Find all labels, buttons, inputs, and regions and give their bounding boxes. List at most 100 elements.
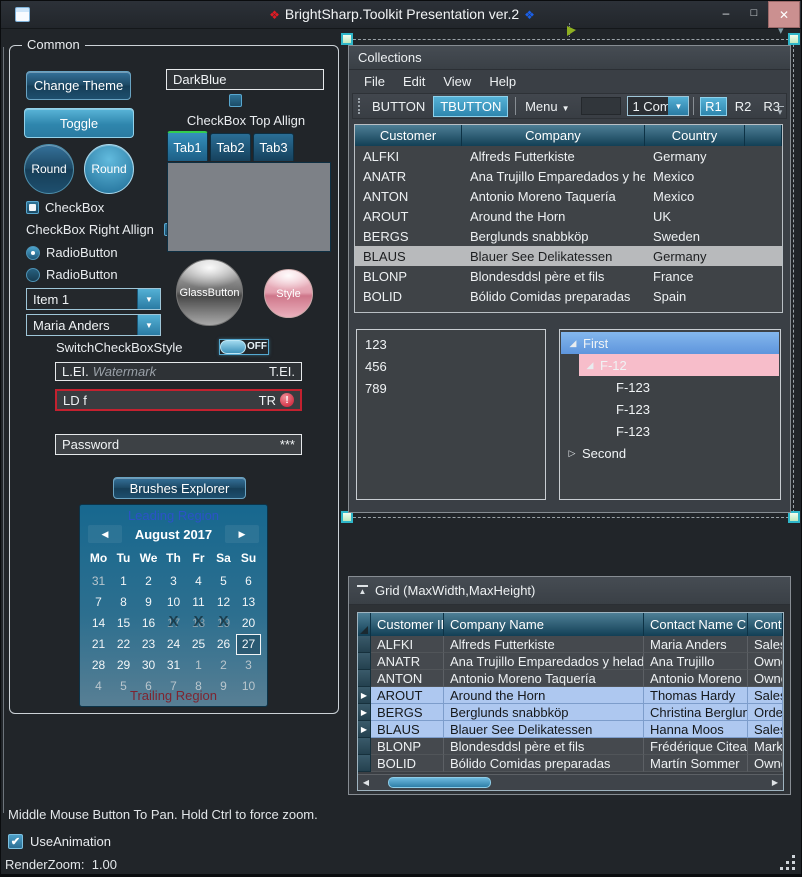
table-cell[interactable]: Blondesddsl père et fils <box>444 738 644 755</box>
checkbox[interactable] <box>26 201 39 214</box>
table-cell[interactable]: Mexico <box>645 186 745 206</box>
table-cell[interactable]: ANATR <box>355 166 462 186</box>
tree-item[interactable]: ◢First <box>561 332 779 354</box>
calendar-day-cell[interactable]: 29 <box>111 655 136 676</box>
customer-combobox[interactable]: Maria Anders ▼ <box>26 314 161 336</box>
calendar-day-cell[interactable]: 25 <box>186 634 211 655</box>
calendar-day-cell[interactable]: 8 <box>111 592 136 613</box>
collections-title-bar[interactable]: Collections <box>349 46 790 70</box>
table-cell[interactable]: Sweden <box>645 226 745 246</box>
selection-handle-top-left[interactable] <box>341 33 353 45</box>
calendar-next-icon[interactable]: ▶ <box>225 525 259 543</box>
style-button[interactable]: Style <box>264 269 313 318</box>
chevron-down-icon[interactable]: ▼ <box>137 289 160 309</box>
row-header[interactable] <box>358 636 371 653</box>
table-cell[interactable]: Mark <box>748 738 783 755</box>
table-cell[interactable]: Orde <box>748 704 783 721</box>
table-cell[interactable]: Berglunds snabbköp <box>444 704 644 721</box>
table-cell[interactable]: Owne <box>748 755 783 772</box>
calendar-day-cell[interactable]: 28 <box>86 655 111 676</box>
table-cell[interactable]: ANTON <box>371 670 444 687</box>
switch-thumb[interactable] <box>220 340 246 354</box>
grid-title-bar[interactable]: Grid (MaxWidth,MaxHeight) <box>349 577 790 605</box>
table-cell[interactable]: Bólido Comidas preparadas <box>444 755 644 772</box>
table-cell[interactable]: Berglunds snabbköp <box>462 226 645 246</box>
table-cell[interactable]: Mexico <box>645 166 745 186</box>
tree-item[interactable]: ▷Second <box>560 442 780 464</box>
calendar-day-cell[interactable]: 27 <box>236 634 261 655</box>
chevron-down-icon[interactable]: ▼ <box>668 97 688 115</box>
calendar-day-cell[interactable]: 2 <box>136 571 161 592</box>
table-cell[interactable]: Sales <box>748 636 783 653</box>
maximize-button[interactable]: □ <box>740 1 768 25</box>
table-cell[interactable]: UK <box>645 206 745 226</box>
scrollbar-thumb[interactable] <box>388 777 491 788</box>
calendar-day-cell[interactable]: 3 <box>161 571 186 592</box>
table-cell[interactable]: Antonio Moreno <box>644 670 748 687</box>
table-cell[interactable]: Spain <box>645 286 745 306</box>
calendar-day-cell[interactable]: 21 <box>86 634 111 655</box>
table-cell[interactable]: Antonio Moreno Taquería <box>462 186 645 206</box>
menu-item-help[interactable]: Help <box>482 72 523 91</box>
table-cell[interactable]: France <box>645 266 745 286</box>
table-cell[interactable]: Alfreds Futterkiste <box>462 146 645 166</box>
table-row[interactable]: ANATRAna Trujillo Emparedados y heladosA… <box>358 653 783 670</box>
table-row[interactable]: ▶AROUTAround the HornThomas HardySales <box>358 687 783 704</box>
table-cell[interactable]: BERGS <box>355 226 462 246</box>
switch-checkbox[interactable]: OFF <box>219 339 269 355</box>
table-cell[interactable]: Hanna Moos <box>644 721 748 738</box>
table-cell[interactable]: BLAUS <box>371 721 444 738</box>
table-cell[interactable]: ANATR <box>371 653 444 670</box>
column-header[interactable]: Company Name <box>444 613 644 636</box>
table-row[interactable]: BERGSBerglunds snabbköpSweden <box>355 226 782 246</box>
list-item[interactable]: 456 <box>357 356 545 378</box>
calendar-day-cell[interactable]: 17 <box>161 613 186 634</box>
calendar-day-cell[interactable]: 6 <box>236 571 261 592</box>
calendar-day-cell[interactable]: 31 <box>161 655 186 676</box>
table-row[interactable]: ▶BERGSBerglunds snabbköpChristina Berglu… <box>358 704 783 721</box>
list-item[interactable]: 789 <box>357 378 545 400</box>
use-animation-checkbox[interactable]: ✔ <box>8 834 23 849</box>
calendar-day-cell[interactable]: 30 <box>136 655 161 676</box>
table-row[interactable]: ANTONAntonio Moreno TaqueríaMexico <box>355 186 782 206</box>
table-cell[interactable]: Germany <box>645 146 745 166</box>
calendar-prev-icon[interactable]: ◀ <box>88 525 122 543</box>
tab-tab3[interactable]: Tab3 <box>253 133 294 161</box>
tab-tab2[interactable]: Tab2 <box>210 133 251 161</box>
tree-expander-icon[interactable]: ▷ <box>566 448 578 459</box>
table-cell[interactable]: Owne <box>748 653 783 670</box>
item-combobox[interactable]: Item 1 ▼ <box>26 288 161 310</box>
calendar-month-label[interactable]: August 2017 <box>122 527 225 542</box>
table-cell[interactable]: Owne <box>748 670 783 687</box>
table-cell[interactable]: Ana Trujillo Emparedados y helados <box>444 653 644 670</box>
pin-up-icon[interactable] <box>357 585 368 596</box>
table-cell[interactable]: ALFKI <box>371 636 444 653</box>
watermark-textbox[interactable]: L.EI. Watermark T.EI. <box>55 362 302 381</box>
table-cell[interactable]: Maria Anders <box>644 636 748 653</box>
toolbar-toggle-button[interactable]: TBUTTON <box>433 96 508 117</box>
toolbar-combobox[interactable]: 1 Com ▼ <box>627 96 689 116</box>
column-header[interactable]: Company <box>462 125 645 146</box>
table-row[interactable]: ALFKIAlfreds FutterkisteMaria AndersSale… <box>358 636 783 653</box>
menu-item-edit[interactable]: Edit <box>396 72 432 91</box>
resize-grip[interactable] <box>781 855 795 869</box>
tree-expander-icon[interactable]: ◢ <box>584 360 596 371</box>
table-cell[interactable]: Bólido Comidas preparadas <box>462 286 645 306</box>
column-header[interactable]: Customer <box>355 125 462 146</box>
calendar-day-cell[interactable]: 22 <box>111 634 136 655</box>
table-cell[interactable]: AROUT <box>371 687 444 704</box>
password-box[interactable]: Password *** <box>55 434 302 455</box>
table-row[interactable]: ALFKIAlfreds FutterkisteGermany <box>355 146 782 166</box>
table-cell[interactable]: Frédérique Citeaux <box>644 738 748 755</box>
table-cell[interactable]: BLONP <box>371 738 444 755</box>
scroll-left-icon[interactable]: ◀ <box>358 778 374 787</box>
table-cell[interactable]: Blondesddsl père et fils <box>462 266 645 286</box>
tree-item[interactable]: ◢F-12 <box>579 354 779 376</box>
row-header[interactable] <box>358 653 371 670</box>
tree-item[interactable]: F-123 <box>560 376 780 398</box>
calendar-day-cell[interactable]: 24 <box>161 634 186 655</box>
calendar-day-cell[interactable]: 9 <box>136 592 161 613</box>
calendar-day-cell[interactable]: 2 <box>211 655 236 676</box>
toolbar-radio-r1[interactable]: R1 <box>700 97 727 116</box>
round-button-light[interactable]: Round <box>84 144 134 194</box>
